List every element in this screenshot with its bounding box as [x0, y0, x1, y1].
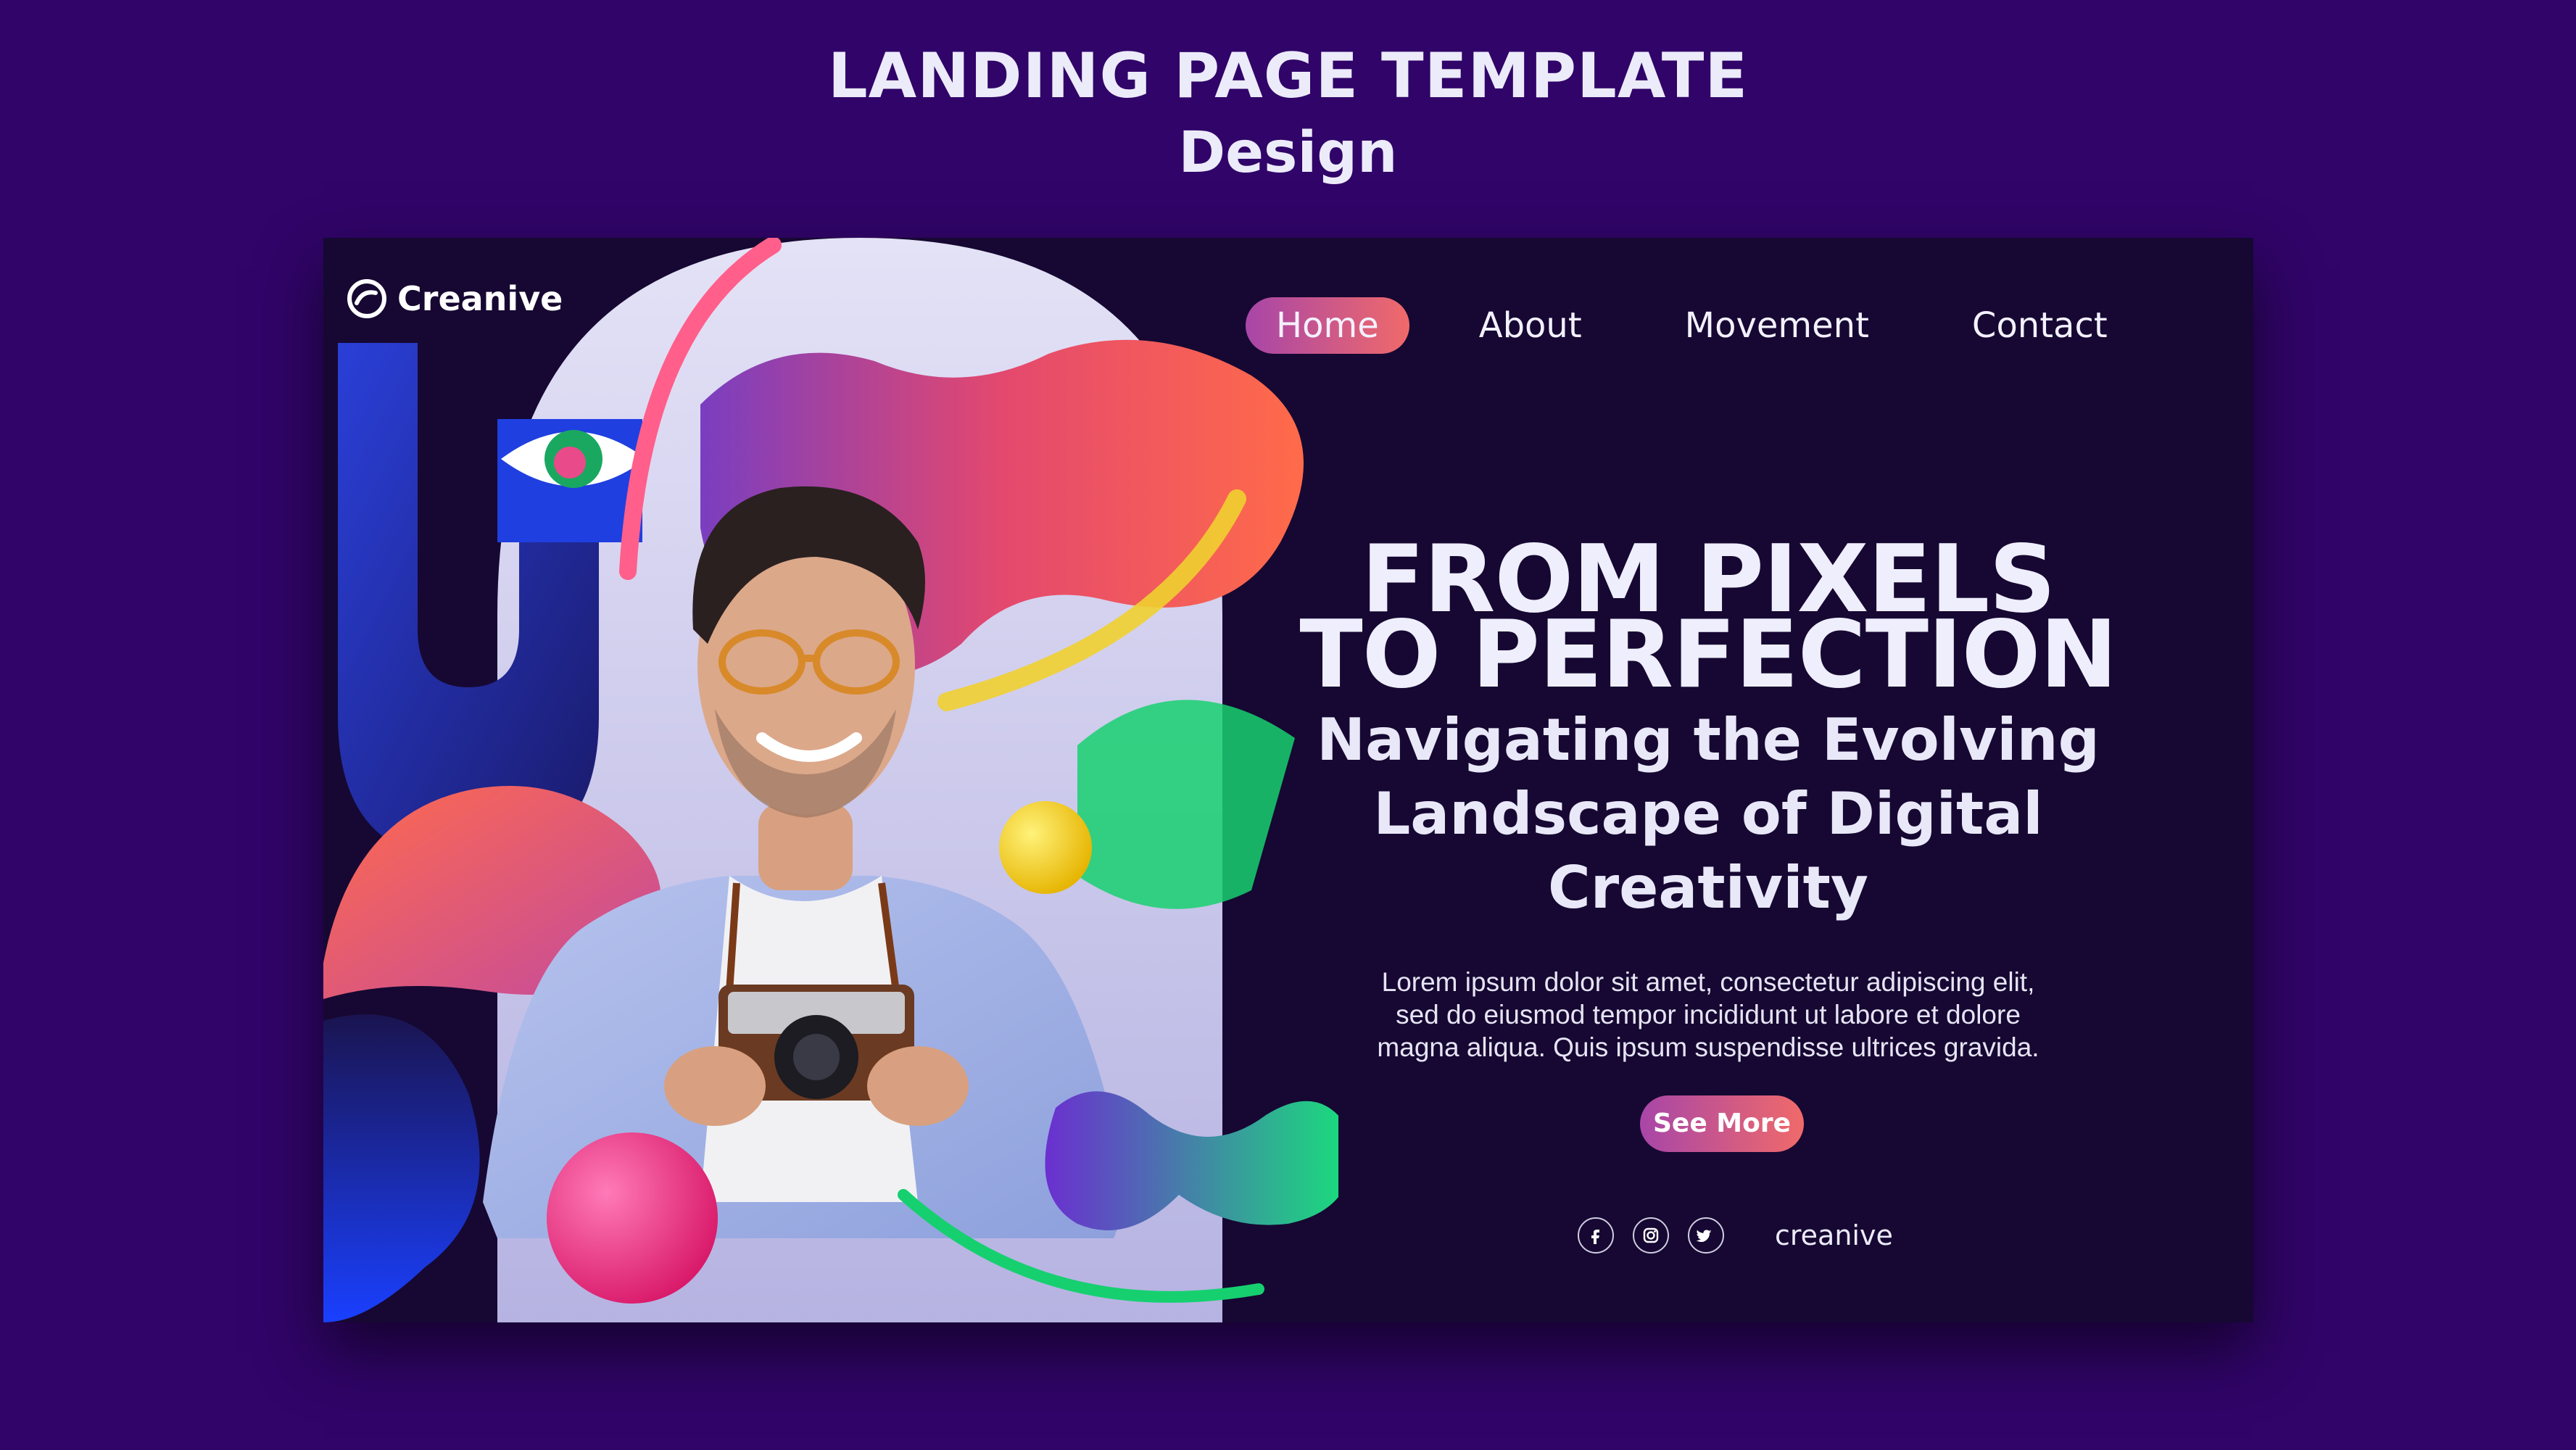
hero-headline: FROM PIXELS TO PERFECTION	[1251, 534, 2165, 709]
facebook-icon[interactable]	[1578, 1217, 1614, 1254]
body-line-2: sed do eiusmod tempor incididunt ut labo…	[1396, 1000, 2021, 1030]
subheadline-line-2: Landscape of Digital Creativity	[1373, 780, 2043, 921]
body-line-3: magna aliqua. Quis ipsum suspendisse ult…	[1377, 1032, 2039, 1062]
instagram-icon[interactable]	[1633, 1217, 1669, 1254]
headline-line-2: TO PERFECTION	[1299, 601, 2117, 709]
swirl-logo-icon	[347, 279, 386, 318]
nav-about[interactable]: About	[1449, 297, 1612, 354]
page-title: LANDING PAGE TEMPLATE	[827, 40, 1749, 112]
page-subtitle: Design	[1178, 120, 1398, 186]
hero-subheadline: Navigating the Evolving Landscape of Dig…	[1251, 703, 2165, 925]
nav-home[interactable]: Home	[1246, 297, 1409, 354]
body-line-1: Lorem ipsum dolor sit amet, consectetur …	[1381, 967, 2035, 997]
main-nav: Home About Movement Contact	[1246, 297, 2138, 354]
hero-body: Lorem ipsum dolor sit amet, consectetur …	[1349, 966, 2067, 1064]
nav-movement[interactable]: Movement	[1654, 297, 1900, 354]
subheadline-line-1: Navigating the Evolving	[1317, 706, 2100, 774]
hero-section: FROM PIXELS TO PERFECTION Navigating the…	[1251, 534, 2165, 1064]
hero-illustration	[323, 238, 1338, 1322]
social-links: creanive	[1578, 1217, 1893, 1254]
social-handle[interactable]: creanive	[1775, 1219, 1893, 1251]
see-more-button[interactable]: See More	[1640, 1095, 1804, 1152]
nav-contact[interactable]: Contact	[1942, 297, 2138, 354]
landing-page-card: Creanive Home About Movement Contact FRO…	[323, 238, 2253, 1322]
brand-logo[interactable]: Creanive	[347, 278, 563, 319]
brand-name: Creanive	[397, 279, 563, 318]
twitter-icon[interactable]	[1688, 1217, 1724, 1254]
